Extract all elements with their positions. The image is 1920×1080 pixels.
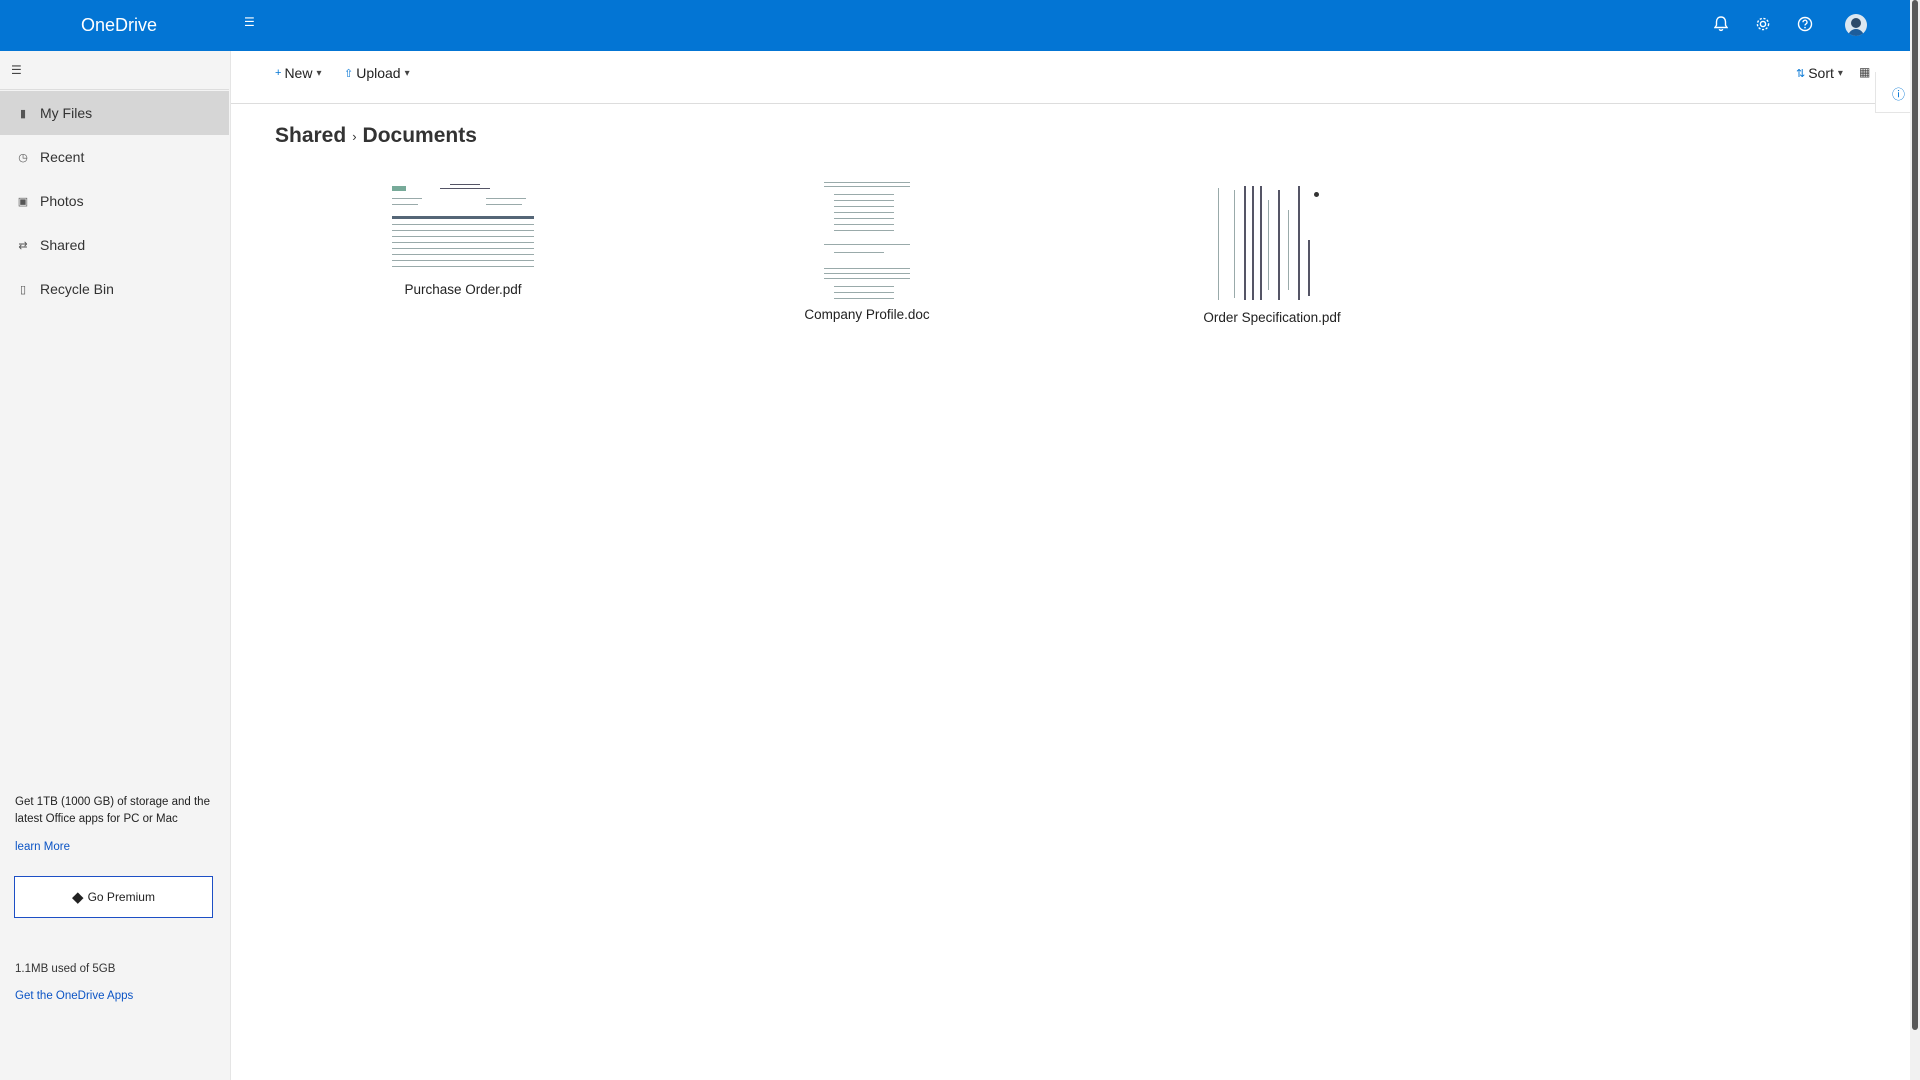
share-icon: ⇄ (18, 239, 28, 252)
sidebar-item-label: Shared (40, 237, 86, 253)
upload-icon: ⇧ (344, 67, 354, 80)
grid-view-icon: ▦ (1859, 65, 1871, 79)
avatar-head-shape (1851, 18, 1861, 28)
premium-promo-text: Get 1TB (1000 GB) of storage and the lat… (15, 796, 210, 825)
file-tile[interactable]: Company Profile.doc (747, 180, 987, 322)
diamond-icon: ◆ (72, 889, 84, 906)
scrollbar-thumb[interactable] (1912, 0, 1918, 1030)
sidebar: ☰ ▮ My Files ◷ Recent ▣ Photos ⇄ Shared … (0, 51, 231, 1080)
file-name[interactable]: Purchase Order.pdf (343, 282, 583, 297)
top-bar: OneDrive ☰ (0, 0, 1910, 51)
file-name[interactable]: Order Specification.pdf (1152, 310, 1392, 325)
chevron-down-icon: ▾ (404, 67, 410, 79)
file-tile[interactable]: Order Specification.pdf (1152, 180, 1392, 325)
new-label: New (284, 65, 313, 81)
sidebar-item-label: My Files (40, 105, 93, 121)
sidebar-item-photos[interactable]: ▣ Photos (0, 179, 229, 223)
learn-more-link[interactable]: learn More (15, 841, 70, 853)
avatar[interactable] (1845, 14, 1867, 36)
app-name[interactable]: OneDrive (81, 15, 157, 36)
sort-button[interactable]: ⇅ Sort ▾ (1796, 65, 1843, 81)
sort-label: Sort (1808, 65, 1834, 81)
info-icon: ⓘ (1892, 87, 1906, 102)
sort-icon: ⇅ (1796, 67, 1806, 80)
help-icon[interactable] (1796, 15, 1814, 33)
upload-label: Upload (356, 65, 401, 81)
hamburger-icon[interactable]: ☰ (244, 15, 255, 29)
sidebar-item-label: Recycle Bin (40, 281, 114, 297)
folder-icon: ▮ (19, 107, 27, 120)
breadcrumb-current: Documents (362, 124, 477, 147)
avatar-body-shape (1848, 29, 1864, 36)
info-pane-button[interactable]: ⓘ (1875, 72, 1911, 113)
get-apps-link[interactable]: Get the OneDrive Apps (15, 990, 133, 1002)
sidebar-item-recycle-bin[interactable]: ▯ Recycle Bin (0, 267, 229, 311)
go-premium-button[interactable]: ◆ Go Premium (14, 876, 213, 918)
new-button[interactable]: + New ▾ (275, 65, 321, 81)
chevron-down-icon: ▾ (1837, 67, 1843, 79)
image-icon: ▣ (17, 195, 29, 208)
breadcrumb: Shared › Documents (275, 124, 477, 148)
collapse-sidebar-button[interactable]: ☰ (0, 51, 229, 90)
chevron-down-icon: ▾ (316, 67, 322, 79)
file-tile[interactable]: Purchase Order.pdf (343, 180, 583, 297)
sidebar-item-shared[interactable]: ⇄ Shared (0, 223, 229, 267)
gear-icon[interactable] (1754, 15, 1772, 33)
file-thumbnail (822, 180, 912, 301)
upload-button[interactable]: ⇧ Upload ▾ (344, 65, 410, 81)
sidebar-item-label: Recent (40, 149, 85, 165)
sidebar-item-recent[interactable]: ◷ Recent (0, 135, 229, 179)
breadcrumb-parent[interactable]: Shared (275, 124, 346, 148)
collapse-icon: ☰ (11, 63, 22, 77)
plus-icon: + (275, 67, 282, 79)
file-thumbnail (1202, 180, 1342, 304)
trash-icon: ▯ (19, 283, 27, 296)
clock-icon: ◷ (18, 151, 28, 164)
command-bar: + New ▾ ⇧ Upload ▾ ⇅ Sort ▾ ▦ (231, 51, 1910, 104)
sidebar-item-label: Photos (40, 193, 84, 209)
storage-usage: 1.1MB used of 5GB (15, 963, 116, 975)
bell-icon[interactable] (1712, 15, 1730, 33)
sidebar-item-my-files[interactable]: ▮ My Files (0, 91, 229, 135)
view-toggle-button[interactable]: ▦ (1859, 65, 1870, 79)
go-premium-label: Go Premium (87, 890, 155, 904)
file-name[interactable]: Company Profile.doc (747, 307, 987, 322)
chevron-right-icon: › (352, 128, 357, 144)
file-thumbnail (390, 180, 536, 276)
